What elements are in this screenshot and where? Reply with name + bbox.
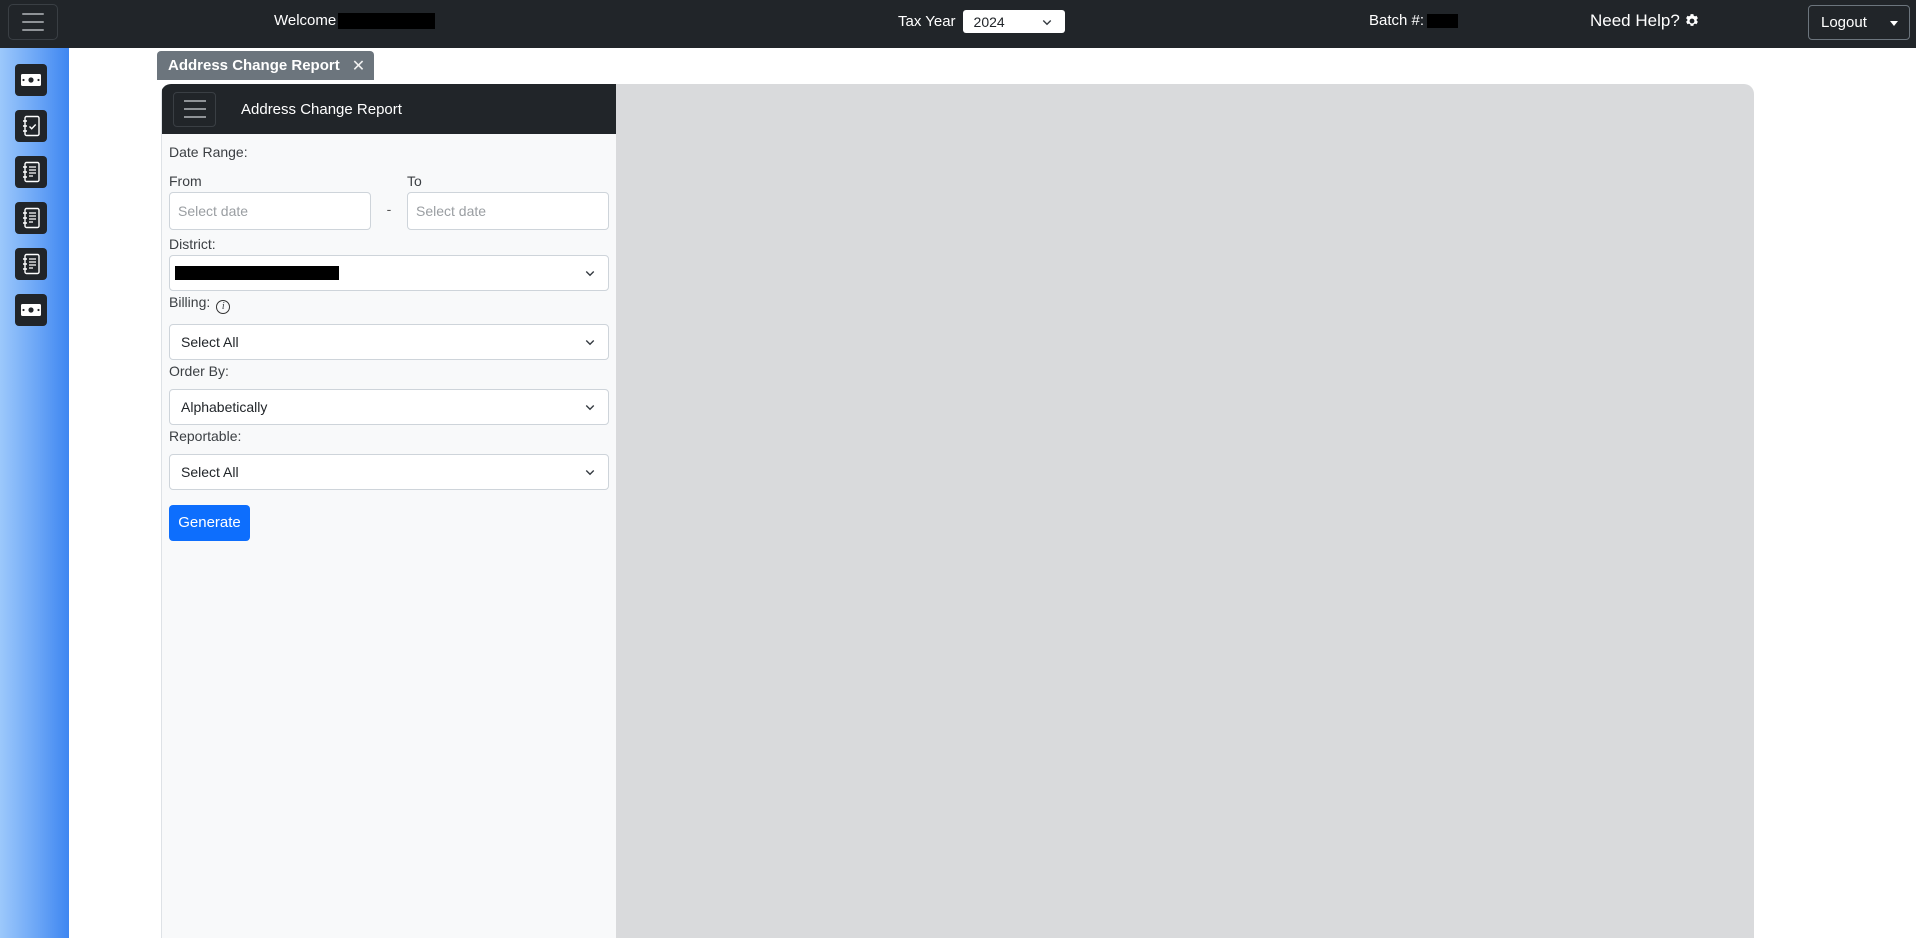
hamburger-icon-line (22, 29, 44, 31)
panel-title: Address Change Report (241, 100, 402, 118)
chevron-down-icon (1042, 19, 1051, 25)
sidebar-item-report-2[interactable] (15, 202, 47, 234)
date-range-row: From - To (169, 173, 609, 230)
sidebar-item-report-1[interactable] (15, 156, 47, 188)
to-date-input[interactable] (407, 192, 609, 230)
tax-year-select[interactable]: 2024 (962, 10, 1065, 33)
main-menu-toggle-button[interactable] (8, 4, 58, 40)
from-date-group: From (169, 173, 371, 230)
tab-label: Address Change Report (168, 57, 340, 74)
hamburger-icon-line (183, 108, 206, 110)
hamburger-icon-line (183, 116, 206, 118)
redacted-district-value (175, 266, 339, 280)
need-help-link[interactable]: Need Help? (1590, 11, 1700, 31)
from-date-input[interactable] (169, 192, 371, 230)
journal-text-icon (23, 253, 40, 275)
redacted-batch-number (1427, 13, 1459, 28)
panel-header: Address Change Report (162, 84, 616, 134)
reportable-select[interactable]: Select All (169, 453, 609, 490)
from-label: From (169, 173, 202, 189)
close-icon[interactable]: ✕ (352, 56, 365, 76)
sidebar-item-report-3[interactable] (15, 248, 47, 280)
tax-year-picker: Tax Year 2024 (898, 10, 1065, 33)
sidebar-item-checklist[interactable] (15, 110, 47, 142)
gear-icon (1685, 14, 1698, 26)
billing-select[interactable]: Select All (169, 323, 609, 360)
caret-down-icon (1890, 21, 1898, 26)
logout-label: Logout (1821, 14, 1867, 31)
top-navbar: Welcome Tax Year 2024 Batch #: Need Help… (0, 0, 1916, 48)
journal-text-icon (23, 207, 40, 229)
order-by-select[interactable]: Alphabetically (169, 388, 609, 425)
report-options-panel: Address Change Report Date Range: From -… (161, 84, 616, 938)
sidebar-item-billing[interactable] (15, 64, 47, 96)
left-sidebar (0, 48, 69, 938)
to-date-group: To (407, 173, 609, 230)
chevron-down-icon (585, 469, 595, 475)
district-label: District: (169, 236, 216, 252)
money-icon (21, 304, 41, 316)
tax-year-value: 2024 (973, 13, 1005, 30)
batch-indicator: Batch #: (1369, 12, 1459, 29)
to-label: To (407, 173, 422, 189)
date-separator: - (386, 201, 392, 217)
batch-label: Batch #: (1369, 12, 1425, 29)
order-by-value: Alphabetically (181, 398, 268, 415)
tax-year-label: Tax Year (898, 13, 956, 30)
chevron-down-icon (585, 339, 595, 345)
date-range-label: Date Range: (169, 144, 248, 160)
welcome-label: Welcome (274, 12, 337, 29)
reportable-value: Select All (181, 463, 239, 480)
report-form: Date Range: From - To District: Billing:… (162, 134, 616, 541)
generate-button[interactable]: Generate (169, 504, 250, 541)
report-viewer-area: Address Change Report Date Range: From -… (161, 84, 1754, 938)
order-by-label: Order By: (169, 362, 229, 379)
money-icon (21, 74, 41, 86)
chevron-down-icon (585, 271, 595, 277)
hamburger-icon (22, 13, 44, 15)
chevron-down-icon (585, 404, 595, 410)
hamburger-icon-line (22, 21, 44, 23)
redacted-username (338, 12, 436, 29)
reportable-label: Reportable: (169, 427, 242, 444)
billing-label-group: Billing: i (169, 294, 609, 314)
sidebar-item-payments[interactable] (15, 294, 47, 326)
billing-value: Select All (181, 333, 239, 350)
journal-text-icon (23, 161, 40, 183)
welcome-message: Welcome (274, 12, 436, 29)
info-icon[interactable]: i (216, 299, 231, 314)
hamburger-icon (183, 100, 206, 102)
need-help-label: Need Help? (1590, 11, 1680, 30)
checklist-icon (23, 115, 40, 137)
district-select[interactable] (169, 255, 609, 291)
tab-address-change-report[interactable]: Address Change Report ✕ (157, 51, 375, 80)
panel-toggle-button[interactable] (173, 91, 216, 127)
logout-dropdown-button[interactable]: Logout (1808, 5, 1910, 40)
billing-label: Billing: (169, 294, 211, 310)
